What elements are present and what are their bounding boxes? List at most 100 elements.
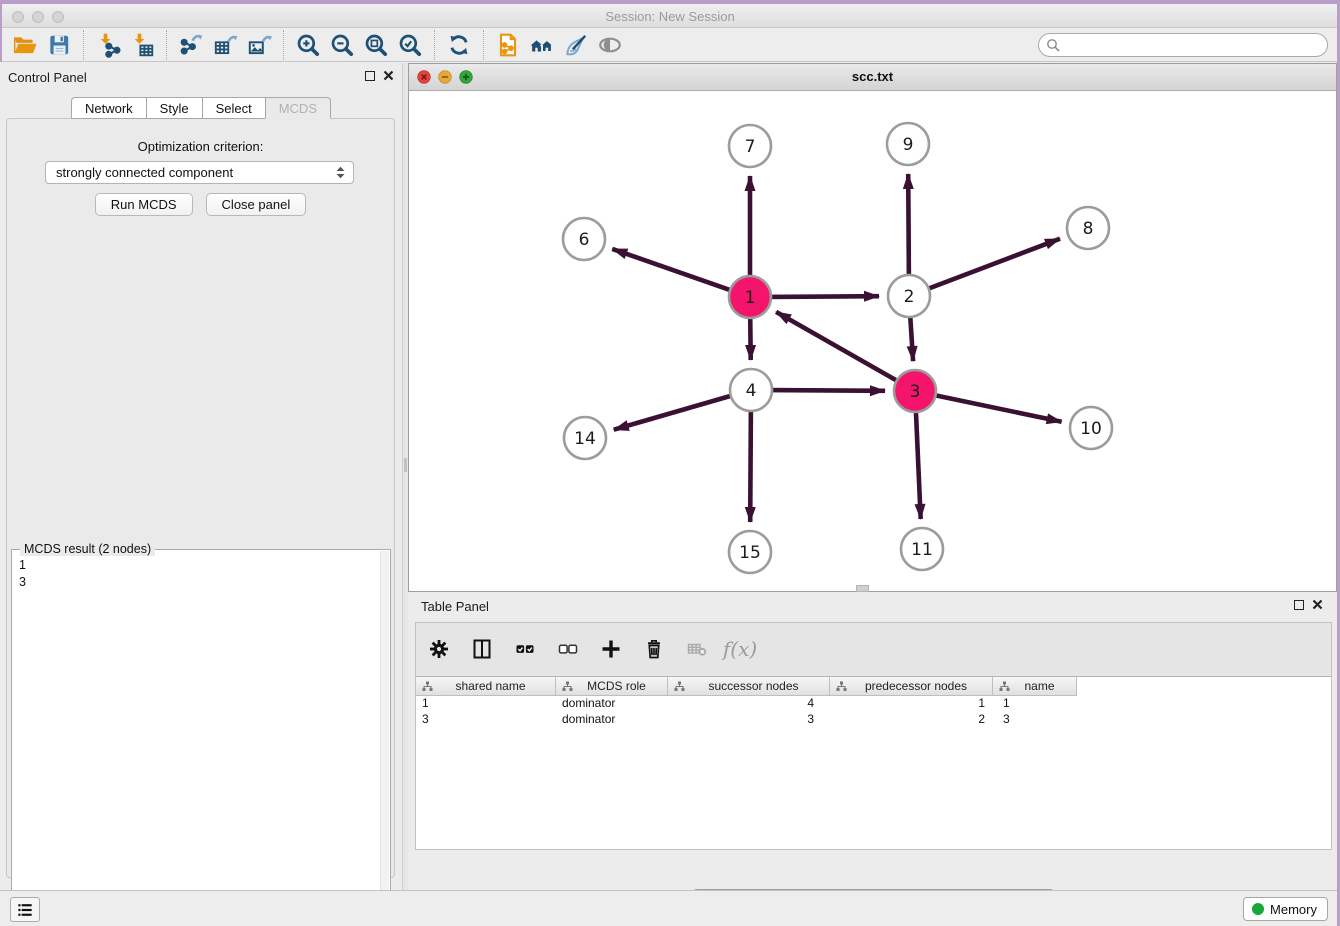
first-neighbors-button[interactable] xyxy=(525,30,559,60)
table-panes-button[interactable] xyxy=(467,634,497,664)
close-panel-icon[interactable] xyxy=(383,70,394,81)
column-header-label: MCDS role xyxy=(587,679,646,693)
deselect-all-button[interactable] xyxy=(553,634,583,664)
graph-edge-2-3[interactable] xyxy=(910,314,913,361)
node-table[interactable]: shared name MCDS role successor nodes prede… xyxy=(416,676,1331,849)
splitter-grip[interactable] xyxy=(404,458,407,472)
dropdown-stepper-icon xyxy=(332,164,349,181)
zoom-out-button[interactable] xyxy=(325,30,359,60)
graph-edge-2-9[interactable] xyxy=(908,174,909,278)
zoom-fit-button[interactable] xyxy=(359,30,393,60)
table-panel: Table Panel xyxy=(408,592,1337,890)
network-canvas[interactable]: 7968124314101511 xyxy=(409,91,1336,591)
table-cell[interactable]: 1 xyxy=(830,696,993,712)
graph-edge-1-2[interactable] xyxy=(768,296,879,297)
column-header-name[interactable]: name xyxy=(993,677,1077,696)
graph-edge-4-15[interactable] xyxy=(750,408,751,522)
task-history-button[interactable] xyxy=(10,897,40,922)
tab-network[interactable]: Network xyxy=(71,97,146,119)
status-bar: Memory xyxy=(0,890,1340,926)
import-network-icon xyxy=(95,32,121,58)
export-network-button[interactable] xyxy=(174,30,208,60)
graph-node-label-2: 2 xyxy=(904,287,915,307)
result-scrollbar[interactable] xyxy=(380,551,389,926)
paint-style-button[interactable] xyxy=(559,30,593,60)
import-network-button[interactable] xyxy=(91,30,125,60)
import-table-icon xyxy=(129,32,155,58)
search-input[interactable] xyxy=(1061,38,1327,53)
result-line: 3 xyxy=(19,574,380,591)
control-panel-tabs: NetworkStyleSelectMCDS xyxy=(0,97,402,119)
graph-node-label-9: 9 xyxy=(903,135,914,155)
graph-edge-1-4[interactable] xyxy=(750,315,751,360)
table-row[interactable]: 3dominator323 xyxy=(416,712,1331,728)
toggle-details-button[interactable] xyxy=(593,30,627,60)
add-column-button[interactable] xyxy=(596,634,626,664)
column-header-label: successor nodes xyxy=(708,679,798,693)
result-line: 1 xyxy=(19,557,380,574)
graph-edge-3-1[interactable] xyxy=(776,312,899,382)
graph-node-label-3: 3 xyxy=(910,382,921,402)
column-header-label: shared name xyxy=(455,679,525,693)
delete-column-button[interactable] xyxy=(639,634,669,664)
mcds-result-values[interactable]: 13 xyxy=(13,551,380,926)
column-header-shared-name[interactable]: shared name xyxy=(416,677,556,696)
refresh-button[interactable] xyxy=(442,30,476,60)
table-cell[interactable]: 1 xyxy=(993,696,1077,712)
tab-style[interactable]: Style xyxy=(146,97,202,119)
delete-table-button[interactable] xyxy=(682,634,712,664)
fx-icon: f(x) xyxy=(723,637,757,661)
float-table-panel-icon[interactable] xyxy=(1294,600,1304,610)
export-image-button[interactable] xyxy=(242,30,276,60)
table-cell[interactable]: 3 xyxy=(668,712,830,728)
memory-button[interactable]: Memory xyxy=(1243,897,1328,921)
graph-node-label-8: 8 xyxy=(1083,219,1094,239)
dropdown-value: strongly connected component xyxy=(56,165,233,180)
optimization-criterion-select[interactable]: strongly connected component xyxy=(45,161,354,184)
table-cell[interactable]: 3 xyxy=(993,712,1077,728)
main-titlebar: Session: New Session xyxy=(0,4,1340,28)
table-cell[interactable]: 1 xyxy=(416,696,556,712)
tab-mcds[interactable]: MCDS xyxy=(265,97,331,119)
zoom-selected-button[interactable] xyxy=(393,30,427,60)
graph-edge-4-3[interactable] xyxy=(769,390,885,391)
table-toolbar: f(x) xyxy=(424,629,755,669)
run-mcds-button[interactable]: Run MCDS xyxy=(95,193,193,216)
column-header-MCDS-role[interactable]: MCDS role xyxy=(556,677,668,696)
column-header-label: predecessor nodes xyxy=(865,679,967,693)
import-table-button[interactable] xyxy=(125,30,159,60)
function-builder-button[interactable]: f(x) xyxy=(725,634,755,664)
table-cell[interactable]: dominator xyxy=(556,712,668,728)
float-panel-icon[interactable] xyxy=(365,71,375,81)
zoom-in-button[interactable] xyxy=(291,30,325,60)
tab-select[interactable]: Select xyxy=(202,97,265,119)
export-table-button[interactable] xyxy=(208,30,242,60)
table-cell[interactable]: 4 xyxy=(668,696,830,712)
network-window-titlebar[interactable]: scc.txt xyxy=(409,64,1336,91)
network-window: scc.txt 7968124314101511 xyxy=(408,63,1337,592)
column-header-successor-nodes[interactable]: successor nodes xyxy=(668,677,830,696)
column-sort-icon xyxy=(674,681,685,692)
list-icon xyxy=(15,900,35,920)
select-all-button[interactable] xyxy=(510,634,540,664)
graph-edge-4-14[interactable] xyxy=(614,395,734,430)
table-cell[interactable]: 2 xyxy=(830,712,993,728)
horizontal-splitter-grip[interactable] xyxy=(856,585,869,592)
search-box xyxy=(1038,33,1328,57)
open-session-button[interactable] xyxy=(8,30,42,60)
graph-edge-3-11[interactable] xyxy=(916,409,921,519)
graph-edge-2-8[interactable] xyxy=(926,239,1060,290)
network-window-title: scc.txt xyxy=(409,69,1336,84)
table-row[interactable]: 1dominator411 xyxy=(416,696,1331,712)
table-cell[interactable]: 3 xyxy=(416,712,556,728)
table-cell[interactable]: dominator xyxy=(556,696,668,712)
save-session-button[interactable] xyxy=(42,30,76,60)
mcds-panel: Optimization criterion: strongly connect… xyxy=(6,118,395,878)
graph-edge-1-6[interactable] xyxy=(612,249,733,291)
table-settings-button[interactable] xyxy=(424,634,454,664)
clone-network-button[interactable] xyxy=(491,30,525,60)
close-table-panel-icon[interactable] xyxy=(1312,599,1323,610)
close-panel-button[interactable]: Close panel xyxy=(206,193,307,216)
column-header-predecessor-nodes[interactable]: predecessor nodes xyxy=(830,677,993,696)
graph-edge-3-10[interactable] xyxy=(933,395,1062,422)
